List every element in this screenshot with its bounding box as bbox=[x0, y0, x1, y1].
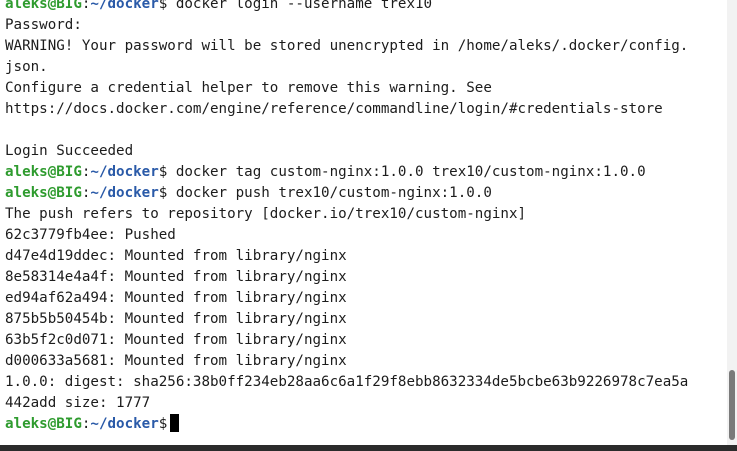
prompt-line: aleks@BIG:~/docker$ docker tag custom-ng… bbox=[5, 162, 727, 183]
output-line: https://docs.docker.com/engine/reference… bbox=[5, 101, 663, 117]
terminal-window[interactable]: aleks@BIG:~/docker$ docker login --usern… bbox=[0, 0, 727, 445]
output-line: 875b5b50454b: Mounted from library/nginx bbox=[5, 311, 347, 327]
window-bottom-edge bbox=[0, 445, 737, 451]
output-line: Login Succeeded bbox=[5, 143, 134, 159]
output-line: 8e58314e4a4f: Mounted from library/nginx bbox=[5, 269, 347, 285]
output-line: The push refers to repository [docker.io… bbox=[5, 206, 527, 222]
prompt-symbol: $ bbox=[158, 416, 168, 432]
output-line: WARNING! Your password will be stored un… bbox=[5, 38, 689, 54]
output-line: Configure a credential helper to remove … bbox=[5, 80, 492, 96]
prompt-user-host: aleks@BIG bbox=[5, 164, 82, 180]
output-line: d47e4d19ddec: Mounted from library/nginx bbox=[5, 248, 347, 264]
command-text: docker login --username trex10 bbox=[167, 0, 433, 12]
prompt-line: aleks@BIG:~/docker$ docker login --usern… bbox=[5, 0, 727, 15]
text-cursor bbox=[170, 414, 180, 432]
prompt-line: aleks@BIG:~/docker$ docker push trex10/c… bbox=[5, 183, 727, 204]
output-line: Password: bbox=[5, 17, 82, 33]
output-line: d000633a5681: Mounted from library/nginx bbox=[5, 353, 347, 369]
command-text: docker tag custom-nginx:1.0.0 trex10/cus… bbox=[167, 164, 646, 180]
prompt-user-host: aleks@BIG bbox=[5, 416, 82, 432]
output-line: json. bbox=[5, 59, 48, 75]
terminal-output: aleks@BIG:~/docker$ docker login --usern… bbox=[5, 0, 727, 435]
output-line: 442add size: 1777 bbox=[5, 395, 151, 411]
prompt-path: ~/docker bbox=[90, 0, 159, 12]
scrollbar-thumb[interactable] bbox=[729, 370, 735, 440]
prompt-user-host: aleks@BIG bbox=[5, 0, 82, 12]
command-text: docker push trex10/custom-nginx:1.0.0 bbox=[167, 185, 492, 201]
prompt-path: ~/docker bbox=[90, 416, 159, 432]
output-line: 62c3779fb4ee: Pushed bbox=[5, 227, 176, 243]
prompt-path: ~/docker bbox=[90, 164, 159, 180]
output-line: 1.0.0: digest: sha256:38b0ff234eb28aa6c6… bbox=[5, 374, 689, 390]
output-line: 63b5f2c0d071: Mounted from library/nginx bbox=[5, 332, 347, 348]
vertical-scrollbar[interactable] bbox=[727, 0, 737, 445]
prompt-user-host: aleks@BIG bbox=[5, 185, 82, 201]
prompt-line-active[interactable]: aleks@BIG:~/docker$ bbox=[5, 414, 727, 435]
prompt-path: ~/docker bbox=[90, 185, 159, 201]
output-line: ed94af62a494: Mounted from library/nginx bbox=[5, 290, 347, 306]
